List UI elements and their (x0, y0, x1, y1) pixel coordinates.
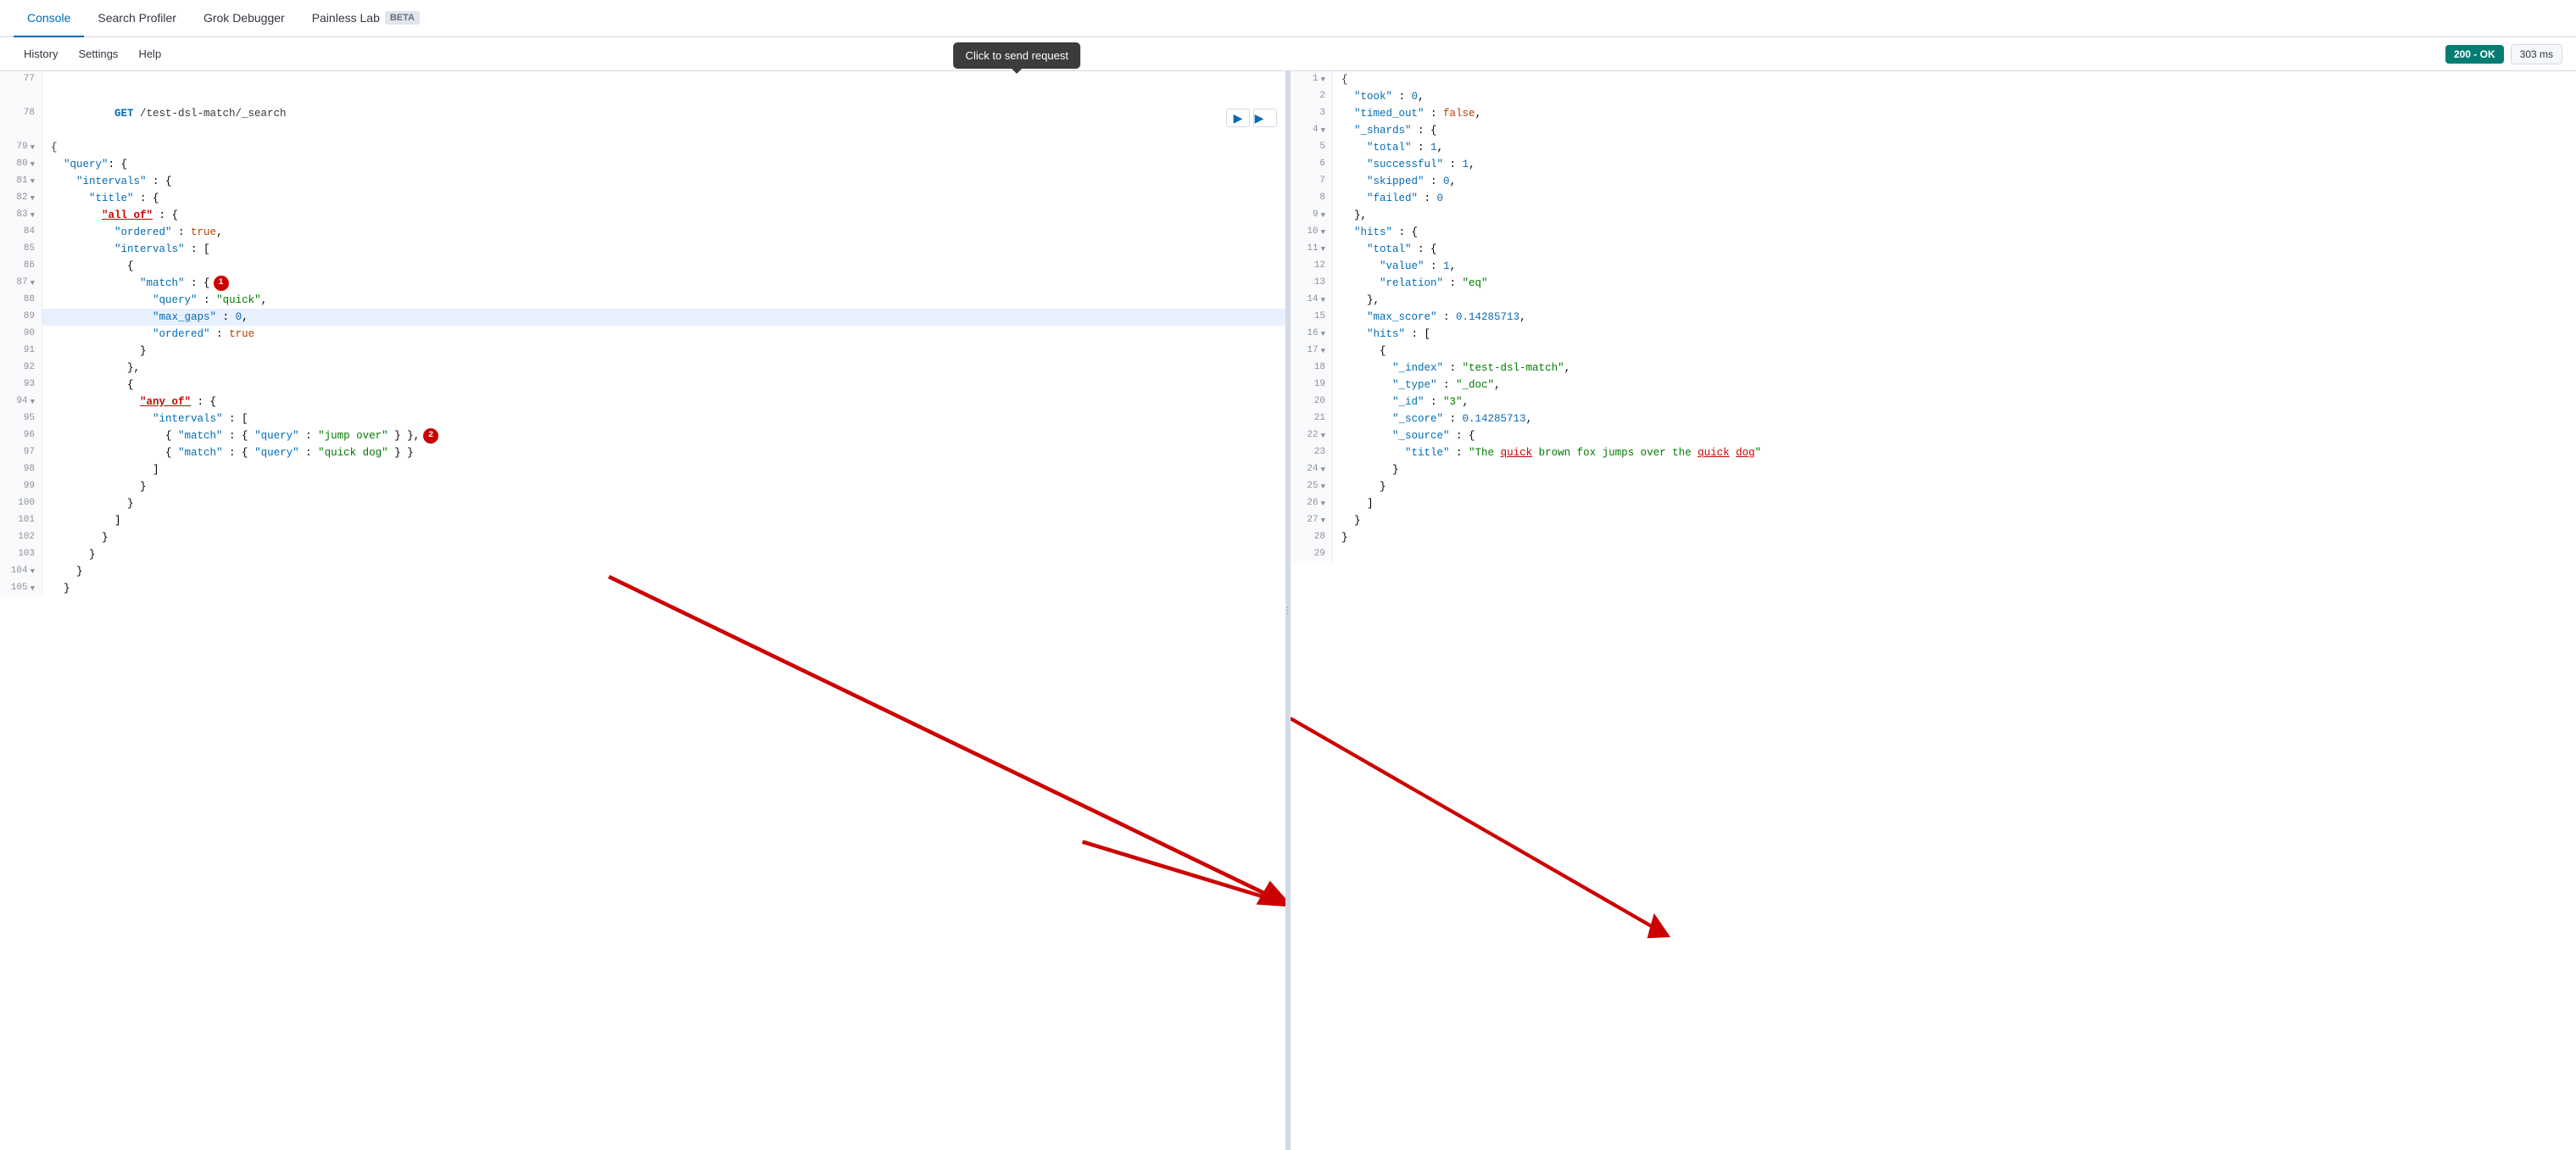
status-area: 200 - OK 303 ms (2445, 44, 2562, 64)
response-line-6: 6 "successful" : 1, (1291, 156, 2576, 173)
response-line-17: 17▼ { (1291, 343, 2576, 360)
tab-painless-lab[interactable]: Painless Lab BETA (298, 0, 433, 37)
editor-code-area[interactable]: 77 78 GET /test-dsl-match/_search 79▼ { … (0, 71, 1285, 1150)
editor-line-93: 93 { (0, 377, 1285, 394)
response-line-20: 20 "_id" : "3", (1291, 394, 2576, 410)
settings-button[interactable]: Settings (68, 37, 128, 71)
editor-line-85: 85 "intervals" : [ (0, 241, 1285, 258)
editor-line-82: 82▼ "title" : { (0, 190, 1285, 207)
editor-line-80: 80▼ "query": { (0, 156, 1285, 173)
tab-search-profiler[interactable]: Search Profiler (84, 0, 190, 37)
response-line-15: 15 "max_score" : 0.14285713, (1291, 309, 2576, 326)
response-line-12: 12 "value" : 1, (1291, 258, 2576, 275)
response-line-23: 23 "title" : "The quick brown fox jumps … (1291, 444, 2576, 461)
editor-line-89: 89 "max_gaps" : 0, (0, 309, 1285, 326)
editor-line-99: 99 } (0, 478, 1285, 495)
editor-line-87: 87▼ "match" : {1 (0, 275, 1285, 292)
editor-pane: ▶ ▶ 77 78 GET /test-dsl-match/_search 79… (0, 71, 1285, 1150)
response-line-4: 4▼ "_shards" : { (1291, 122, 2576, 139)
help-button[interactable]: Help (128, 37, 171, 71)
response-line-29: 29 (1291, 546, 2576, 563)
response-line-18: 18 "_index" : "test-dsl-match", (1291, 360, 2576, 377)
editor-line-94: 94▼ "any_of" : { (0, 394, 1285, 410)
main-content: ▶ ▶ 77 78 GET /test-dsl-match/_search 79… (0, 71, 2576, 1150)
history-button[interactable]: History (14, 37, 68, 71)
response-line-25: 25▼ } (1291, 478, 2576, 495)
editor-line-79: 79▼ { (0, 139, 1285, 156)
editor-line-92: 92 }, (0, 360, 1285, 377)
response-line-16: 16▼ "hits" : [ (1291, 326, 2576, 343)
top-nav: Console Search Profiler Grok Debugger Pa… (0, 0, 2576, 37)
editor-line-98: 98 ] (0, 461, 1285, 478)
editor-line-100: 100 } (0, 495, 1285, 512)
editor-line-90: 90 "ordered" : true (0, 326, 1285, 343)
action-buttons: ▶ ▶ (1226, 109, 1277, 127)
editor-line-95: 95 "intervals" : [ (0, 410, 1285, 427)
editor-line-102: 102 } (0, 529, 1285, 546)
status-ok-badge: 200 - OK (2445, 45, 2504, 64)
response-line-3: 3 "timed_out" : false, (1291, 105, 2576, 122)
editor-line-97: 97 { "match" : { "query" : "quick dog" }… (0, 444, 1285, 461)
response-line-10: 10▼ "hits" : { (1291, 224, 2576, 241)
editor-line-77: 77 (0, 71, 1285, 88)
response-code-area[interactable]: 1▼ { 2 "took" : 0, 3 "timed_out" : false… (1291, 71, 2576, 1150)
editor-line-84: 84 "ordered" : true, (0, 224, 1285, 241)
response-line-28: 28 } (1291, 529, 2576, 546)
editor-line-103: 103 } (0, 546, 1285, 563)
editor-line-81: 81▼ "intervals" : { (0, 173, 1285, 190)
secondary-toolbar: History Settings Help Click to send requ… (0, 37, 2576, 71)
editor-line-104: 104▼ } (0, 563, 1285, 580)
response-line-22: 22▼ "_source" : { (1291, 427, 2576, 444)
editor-line-91: 91 } (0, 343, 1285, 360)
editor-line-96: 96 { "match" : { "query" : "jump over" }… (0, 427, 1285, 444)
response-line-9: 9▼ }, (1291, 207, 2576, 224)
editor-line-78: 78 GET /test-dsl-match/_search (0, 88, 1285, 139)
response-line-11: 11▼ "total" : { (1291, 241, 2576, 258)
editor-line-86: 86 { (0, 258, 1285, 275)
editor-line-83: 83▼ "all_of" : { (0, 207, 1285, 224)
response-line-21: 21 "_score" : 0.14285713, (1291, 410, 2576, 427)
tab-console[interactable]: Console (14, 0, 84, 37)
response-line-7: 7 "skipped" : 0, (1291, 173, 2576, 190)
response-line-2: 2 "took" : 0, (1291, 88, 2576, 105)
editor-line-101: 101 ] (0, 512, 1285, 529)
response-line-27: 27▼ } (1291, 512, 2576, 529)
response-line-5: 5 "total" : 1, (1291, 139, 2576, 156)
run-button[interactable]: ▶ (1226, 109, 1250, 127)
send-request-tooltip: Click to send request (954, 42, 1080, 69)
response-line-8: 8 "failed" : 0 (1291, 190, 2576, 207)
stop-button[interactable]: ▶ (1253, 109, 1277, 127)
editor-line-88: 88 "query" : "quick", (0, 292, 1285, 309)
response-line-24: 24▼ } (1291, 461, 2576, 478)
status-time-badge: 303 ms (2511, 44, 2562, 64)
response-line-19: 19 "_type" : "_doc", (1291, 377, 2576, 394)
response-pane: 1▼ { 2 "took" : 0, 3 "timed_out" : false… (1290, 71, 2576, 1150)
beta-badge: BETA (385, 11, 420, 25)
response-line-14: 14▼ }, (1291, 292, 2576, 309)
response-line-26: 26▼ ] (1291, 495, 2576, 512)
tab-grok-debugger[interactable]: Grok Debugger (190, 0, 298, 37)
response-line-1: 1▼ { (1291, 71, 2576, 88)
response-line-13: 13 "relation" : "eq" (1291, 275, 2576, 292)
editor-line-105: 105▼ } (0, 580, 1285, 597)
